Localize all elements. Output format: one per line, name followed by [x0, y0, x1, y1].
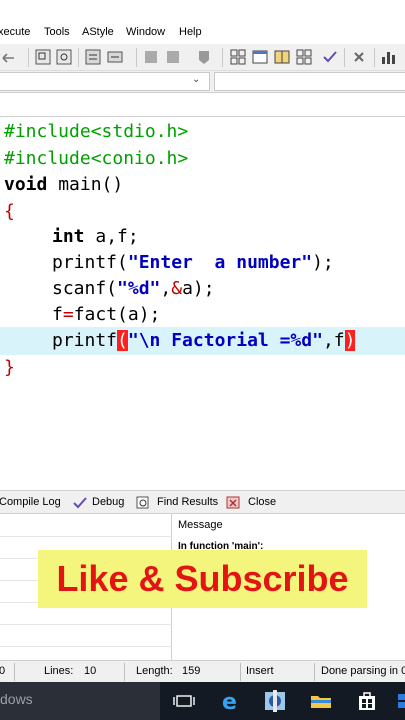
status-bar: 0 Lines: 10 Length: 159 Insert Done pars…	[0, 660, 405, 682]
code-line-6: printf("Enter a number");	[52, 252, 334, 273]
status-length-label: Length:	[136, 665, 173, 677]
close-tab-icon	[226, 496, 242, 512]
check-icon[interactable]	[321, 48, 339, 66]
toolbar	[0, 44, 405, 71]
status-parse: Done parsing in 0	[321, 665, 405, 677]
rebuild-icon[interactable]	[106, 48, 124, 66]
stop-icon[interactable]	[195, 48, 213, 66]
store-icon[interactable]	[354, 688, 380, 714]
tile-icon[interactable]	[295, 48, 313, 66]
code-line-9: printf("\n Factorial =%d",f)	[52, 330, 356, 351]
menu-astyle[interactable]: AStyle	[82, 26, 114, 38]
status-mode: Insert	[246, 665, 274, 677]
menu-bar: xecute Tools AStyle Window Help	[0, 0, 405, 44]
menu-help[interactable]: Help	[179, 26, 202, 38]
tab-compile-log[interactable]: Compile Log	[0, 496, 61, 508]
status-column: 0	[0, 665, 6, 677]
code-line-3: void main()	[4, 174, 124, 195]
file-explorer-icon[interactable]	[308, 688, 334, 714]
scope-combo[interactable]	[0, 72, 210, 91]
code-line-8: f=fact(a);	[52, 304, 161, 325]
close-icon[interactable]	[350, 48, 368, 66]
devcpp-app-icon[interactable]	[262, 688, 288, 714]
chart-icon[interactable]	[380, 48, 398, 66]
menu-window[interactable]: Window	[126, 26, 165, 38]
code-line-4: {	[4, 201, 15, 222]
undo-icon[interactable]	[0, 48, 18, 66]
taskbar-search-text: dows	[0, 691, 33, 707]
debug-check-icon	[72, 496, 88, 512]
symbol-combo[interactable]	[214, 72, 405, 91]
output-tabs: Compile Log Debug Find Results Close	[0, 490, 405, 514]
code-line-10: }	[4, 357, 15, 378]
status-lines-label: Lines:	[44, 665, 74, 677]
layout-icon[interactable]	[273, 48, 291, 66]
chevron-down-icon[interactable]: ⌄	[192, 74, 200, 85]
edge-browser-icon[interactable]: e	[218, 688, 244, 715]
svg-text:e: e	[222, 690, 237, 714]
new-class-icon[interactable]	[164, 48, 182, 66]
tab-close[interactable]: Close	[248, 496, 276, 508]
debug-icon[interactable]	[142, 48, 160, 66]
grid-icon[interactable]	[229, 48, 247, 66]
menu-tools[interactable]: Tools	[44, 26, 70, 38]
windows-logo-icon[interactable]	[396, 688, 405, 714]
run-icon[interactable]	[55, 48, 73, 66]
code-line-7: scanf("%d",&a);	[52, 278, 215, 299]
code-editor[interactable]: #include<stdio.h> #include<conio.h> void…	[0, 116, 405, 488]
matched-bracket: (	[117, 330, 128, 351]
code-line-1: #include<stdio.h>	[4, 121, 189, 142]
compile-run-icon[interactable]	[84, 48, 102, 66]
tab-find-results[interactable]: Find Results	[157, 496, 218, 508]
compile-icon[interactable]	[34, 48, 52, 66]
window-icon[interactable]	[251, 48, 269, 66]
message-column-header: Message	[178, 519, 223, 531]
task-view-icon[interactable]	[171, 688, 197, 714]
code-line-2: #include<conio.h>	[4, 148, 189, 169]
find-icon	[136, 496, 152, 512]
subscribe-banner-text: Like & Subscribe	[56, 558, 349, 599]
matched-bracket-close: )	[344, 330, 356, 351]
tab-debug[interactable]: Debug	[92, 496, 124, 508]
code-line-5: int a,f;	[52, 226, 139, 247]
status-length-value: 159	[182, 665, 201, 677]
menu-execute[interactable]: xecute	[0, 26, 30, 38]
status-lines-value: 10	[84, 665, 97, 677]
